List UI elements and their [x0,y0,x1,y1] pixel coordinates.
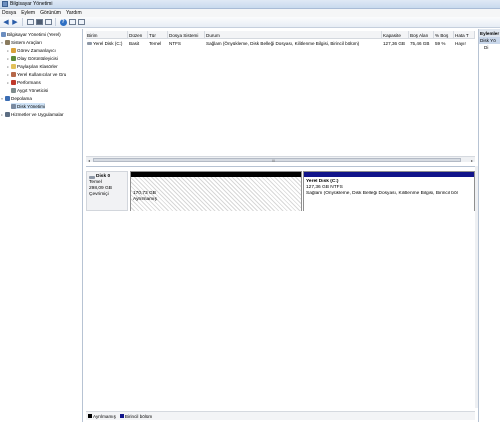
actions-pane: Eylemler Disk Yö Di [478,29,500,422]
tree-item-label: Sistem Araçları [11,39,42,45]
shared-folder-icon [11,63,16,69]
toolbar: ◀ ▶ ? [0,17,500,28]
legend-unallocated-label: Ayrılmamış [93,413,116,419]
column-header-fault-tolerance[interactable]: Hata T [454,31,475,39]
partition-primary-c[interactable]: Yerel Disk (C:) 127,36 GB NTFS Sağlam (Ö… [303,171,475,211]
toolbar-separator [22,18,23,26]
tree-item-device-manager[interactable]: Aygıt Yöneticisi [11,87,48,93]
services-icon [5,111,10,117]
menu-eylem[interactable]: Eylem [21,10,35,16]
scrollbar-grip: III [272,158,276,163]
export-list-icon[interactable] [44,18,52,26]
storage-icon [5,95,10,101]
legend-primary-swatch [119,414,124,418]
table-cell: 127,36 GB [383,41,405,46]
menu-yardim[interactable]: Yardım [66,10,82,16]
table-cell: Temel [149,41,162,46]
volume-drive-icon [87,42,92,45]
app-icon [2,1,8,7]
event-viewer-icon [11,55,16,61]
actions-section-disk-management[interactable]: Disk Yö [479,37,500,44]
volume-list-header: Birim Düzen Tür Dosya Sistemi Durum Kapa… [86,31,475,39]
actions-item[interactable]: Di [479,44,500,51]
partition-status: Sağlam (Önyükleme, Disk Belleği Dosyası,… [306,191,458,196]
clock-icon [11,47,16,53]
navigation-tree: Bilgisayar Yönetimi (Yerel) ▿ Sistem Ara… [0,29,83,422]
tree-item-system-tools[interactable]: ▿ Sistem Araçları [1,39,42,45]
window-title: Bilgisayar Yönetimi [10,1,53,7]
performance-icon [11,79,16,85]
tree-item-task-scheduler[interactable]: ▹ Görev Zamanlayıcı [7,47,56,53]
tree-item-label: Paylaşılan Klasörler [17,63,58,69]
disk-status: Çevrimiçi [89,192,109,197]
column-header-filesystem[interactable]: Dosya Sistemi [168,31,205,39]
column-header-status[interactable]: Durum [205,31,382,39]
tree-item-label: Aygıt Yöneticisi [17,87,49,93]
legend-bar: Ayrılmamış Birincil bölüm [86,411,475,420]
horizontal-scrollbar[interactable]: ◂ III ▸ [86,156,475,163]
partition-unallocated[interactable]: 170,73 GB Ayrılmamış [130,171,302,211]
menu-gorunum[interactable]: Görünüm [40,10,61,16]
help-icon[interactable]: ? [59,18,67,26]
scrollbar-thumb[interactable]: III [93,158,461,163]
legend-primary-label: Birincil bölüm [124,413,153,419]
tree-item-label: Yerel Kullanıcılar ve Gru [17,71,67,77]
tree-item-label: Depolama [11,95,32,101]
tree-item-label: Disk Yönetimi [17,103,45,109]
forward-arrow-icon[interactable]: ▶ [11,18,19,26]
tree-item-shared-folders[interactable]: ▹ Paylaşılan Klasörler [7,63,58,69]
table-cell: Hayır [455,41,466,46]
tree-item-label: Performans [17,79,41,85]
table-cell: Yerel Disk (C:) [86,40,128,47]
toolbar-separator [55,18,56,26]
users-icon [11,71,16,77]
column-header-free-space[interactable]: Boş Alan [409,31,434,39]
title-bar: Bilgisayar Yönetimi [0,0,500,9]
table-cell: Sağlam (Önyükleme, Disk Belleği Dosyası,… [206,41,360,46]
disk-icon [89,175,95,179]
back-arrow-icon[interactable]: ◀ [2,18,10,26]
column-header-type[interactable]: Tür [148,31,168,39]
tree-item-local-users[interactable]: ▹ Yerel Kullanıcılar ve Gru [7,71,66,77]
disk-management-icon [11,103,16,109]
scroll-left-icon[interactable]: ◂ [86,157,92,163]
tree-item-computer-management[interactable]: Bilgisayar Yönetimi (Yerel) [1,31,61,37]
refresh-icon[interactable] [77,18,85,26]
show-hide-tree-icon[interactable] [35,18,43,26]
tree-item-label: Görev Zamanlayıcı [17,47,56,53]
device-manager-icon [11,87,16,93]
tree-item-event-viewer[interactable]: ▹ Olay Görüntüleyicisi [7,55,58,61]
table-cell: NTFS [169,41,181,46]
actions-header: Eylemler [479,29,500,37]
legend-unallocated-swatch [88,414,92,418]
tree-item-label: Olay Görüntüleyicisi [17,55,58,61]
table-row[interactable]: Yerel Disk (C:) Basit Temel NTFS Sağlam … [86,40,475,47]
computer-icon [1,31,6,37]
tree-item-services[interactable]: ▹ Hizmetler ve Uygulamalar [1,111,64,117]
properties-icon[interactable] [68,18,76,26]
column-header-percent-free[interactable]: % Boş [434,31,454,39]
table-cell: Basit [129,41,140,46]
tree-item-disk-management[interactable]: Disk Yönetimi [11,103,45,109]
column-header-capacity[interactable]: Kapasite [382,31,409,39]
menu-dosya[interactable]: Dosya [2,10,16,16]
tools-icon [5,39,10,45]
menu-bar: Dosya Eylem Görünüm Yardım [0,9,500,17]
tree-item-label: Bilgisayar Yönetimi (Yerel) [7,31,61,37]
scroll-right-icon[interactable]: ▸ [469,157,475,163]
tree-item-storage[interactable]: ▿ Depolama [1,95,32,101]
disk-info-box[interactable]: Disk 0 Temel 298,09 GB Çevrimiçi [86,171,128,211]
partition-status: Ayrılmamış [133,197,157,202]
tree-item-label: Hizmetler ve Uygulamalar [11,111,64,117]
table-cell: 75,46 GB [410,41,430,46]
column-header-layout[interactable]: Düzen [128,31,148,39]
up-folder-icon[interactable] [26,18,34,26]
tree-item-performance[interactable]: ▹ Performans [7,79,41,85]
table-cell: 59 % [435,41,446,46]
column-header-volume[interactable]: Birim [86,31,128,39]
